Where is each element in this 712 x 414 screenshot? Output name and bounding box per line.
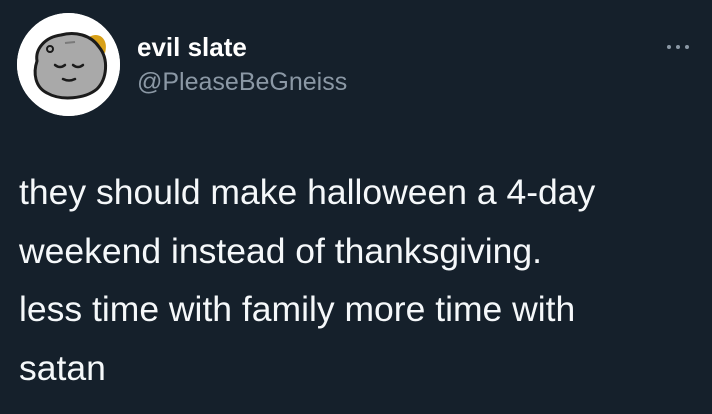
tweet-text-line: less time with family more time with xyxy=(19,289,576,329)
tweet-text-line: they should make halloween a 4-day xyxy=(19,172,596,212)
more-horizontal-icon-dot xyxy=(676,45,680,49)
more-options-button[interactable] xyxy=(664,40,694,54)
avatar[interactable] xyxy=(17,13,120,116)
sleepy-rock-icon xyxy=(17,13,120,116)
display-name[interactable]: evil slate xyxy=(137,31,247,63)
tweet-text-line: weekend instead of thanksgiving. xyxy=(19,230,542,271)
tweet-text-line: satan xyxy=(19,347,106,388)
tweet-text: they should make halloween a 4-day weeke… xyxy=(19,163,699,397)
more-horizontal-icon-dot xyxy=(685,45,689,49)
tweet-card: evil slate @PleaseBeGneiss they should m… xyxy=(0,0,712,414)
user-handle[interactable]: @PleaseBeGneiss xyxy=(137,66,347,98)
more-horizontal-icon xyxy=(667,45,671,49)
